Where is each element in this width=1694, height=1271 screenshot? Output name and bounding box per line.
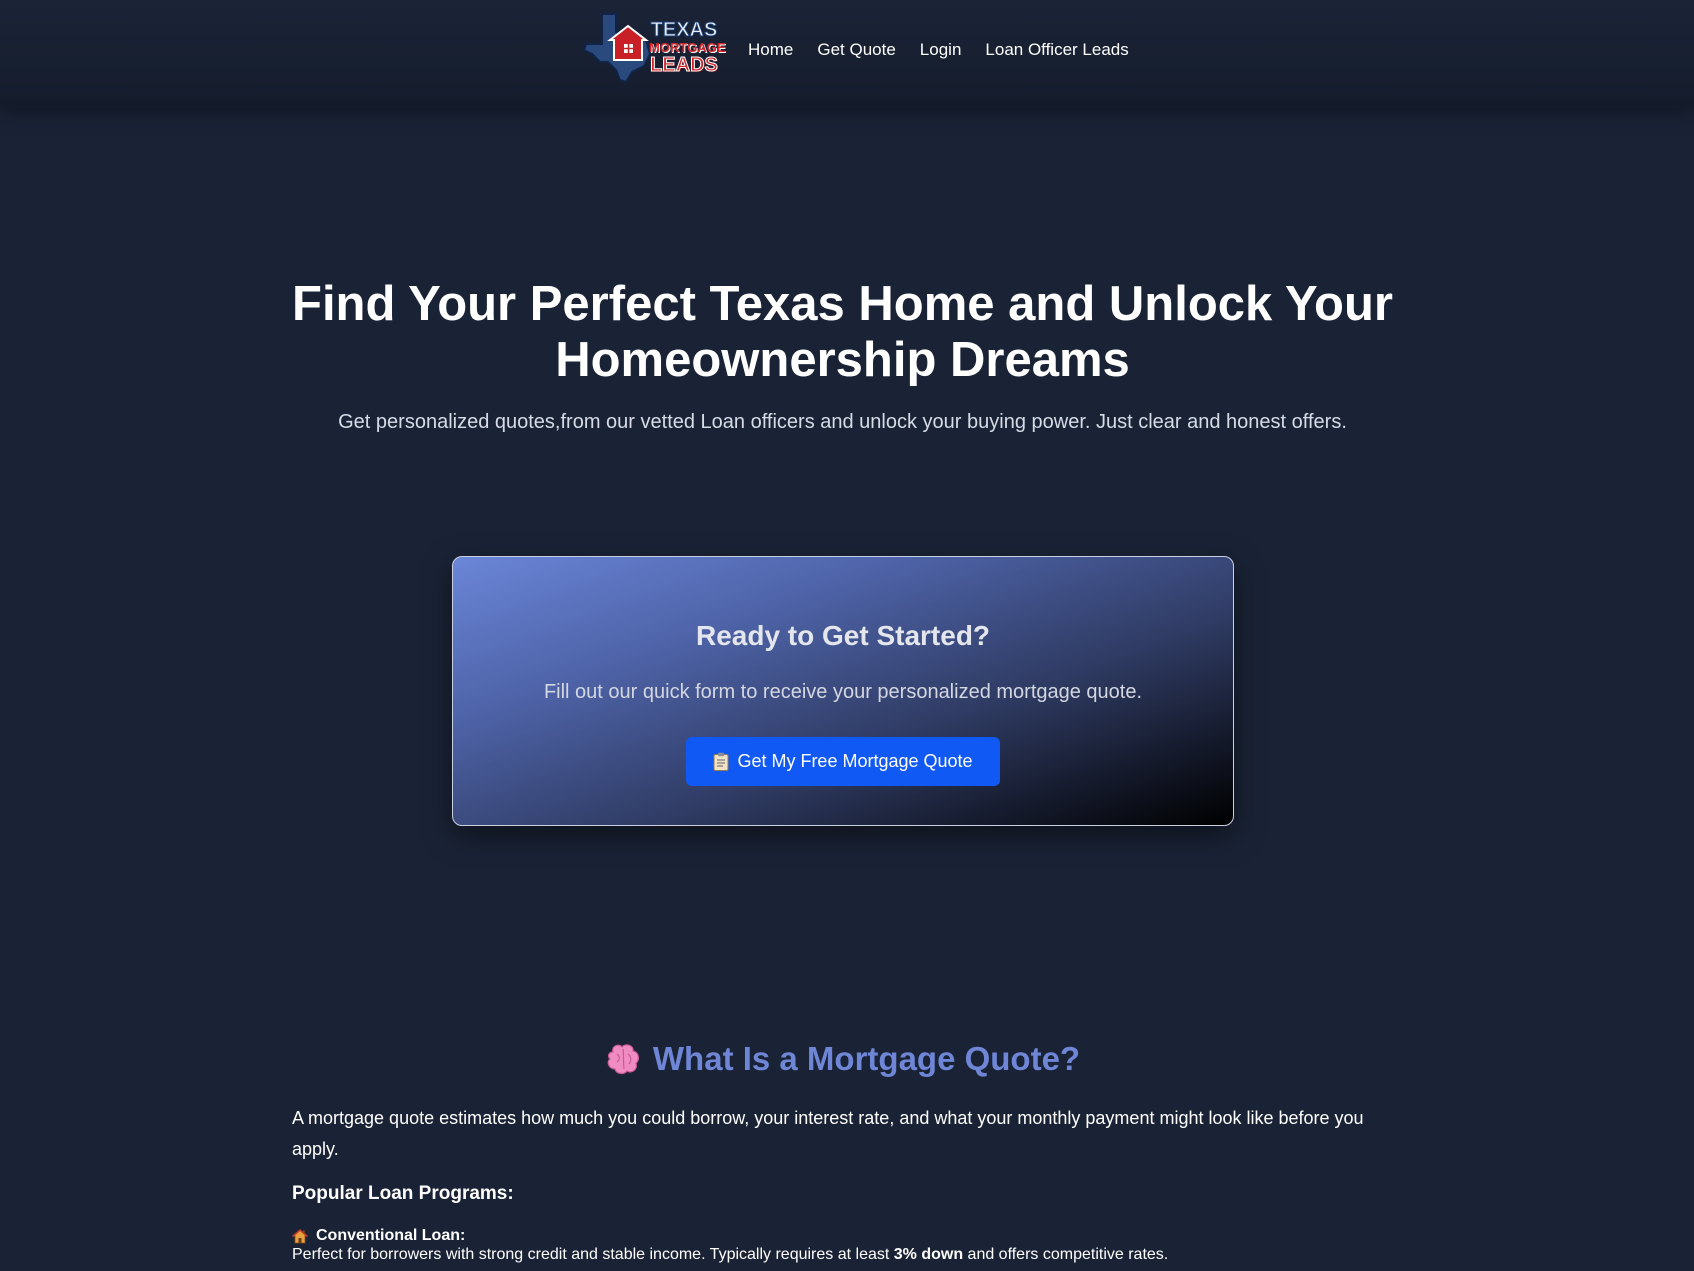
nav-home[interactable]: Home [748,40,793,60]
main-nav: Home Get Quote Login Loan Officer Leads [748,40,1153,60]
logo-line-leads: LEADS [650,54,719,76]
nav-login[interactable]: Login [920,40,962,60]
hero-subtitle: Get personalized quotes,from our vetted … [338,411,1347,433]
loan-program-name: Conventional Loan: [292,1226,1412,1245]
cta-heading: Ready to Get Started? [695,620,991,651]
loan-desc-text: Perfect for borrowers with strong credit… [292,1246,894,1263]
hero-title: Find Your Perfect Texas Home and Unlock … [292,277,1393,387]
site-header: TEXAS MORTGAGE LEADS Home Get Quote Logi… [0,0,1694,108]
mortgage-quote-title-text: What Is a Mortgage Quote? [652,1040,1081,1077]
site-logo[interactable]: TEXAS MORTGAGE LEADS [580,10,726,86]
cta-card: Ready to Get Started? Fill out our quick… [452,556,1234,826]
mortgage-quote-section-title: What Is a Mortgage Quote? [200,1040,1485,1078]
loan-desc-bold: 3% down [893,1246,964,1263]
loan-desc-text-end: and offers competitive rates. [963,1246,1169,1263]
loan-program-item: Conventional Loan: Perfect for borrowers… [292,1226,1412,1264]
nav-get-quote[interactable]: Get Quote [817,40,895,60]
logo-line-mortgage: MORTGAGE [649,40,726,55]
logo-text: TEXAS MORTGAGE LEADS [649,19,726,76]
get-free-quote-button[interactable]: Get My Free Mortgage Quote [686,737,1000,786]
house-icon [292,1228,308,1243]
nav-loan-officer-leads[interactable]: Loan Officer Leads [985,40,1128,60]
brain-icon [607,1044,639,1075]
loan-program-name-text: Conventional Loan: [316,1227,466,1244]
cta-text: Fill out our quick form to receive your … [543,681,1143,703]
clipboard-icon [713,752,729,771]
mortgage-quote-description: A mortgage quote estimates how much you … [292,1108,1364,1159]
popular-programs-title: Popular Loan Programs: [292,1183,514,1204]
logo-line-texas: TEXAS [650,19,718,41]
loan-program-description: Perfect for borrowers with strong credit… [292,1245,1412,1264]
get-free-quote-label: Get My Free Mortgage Quote [737,751,973,771]
